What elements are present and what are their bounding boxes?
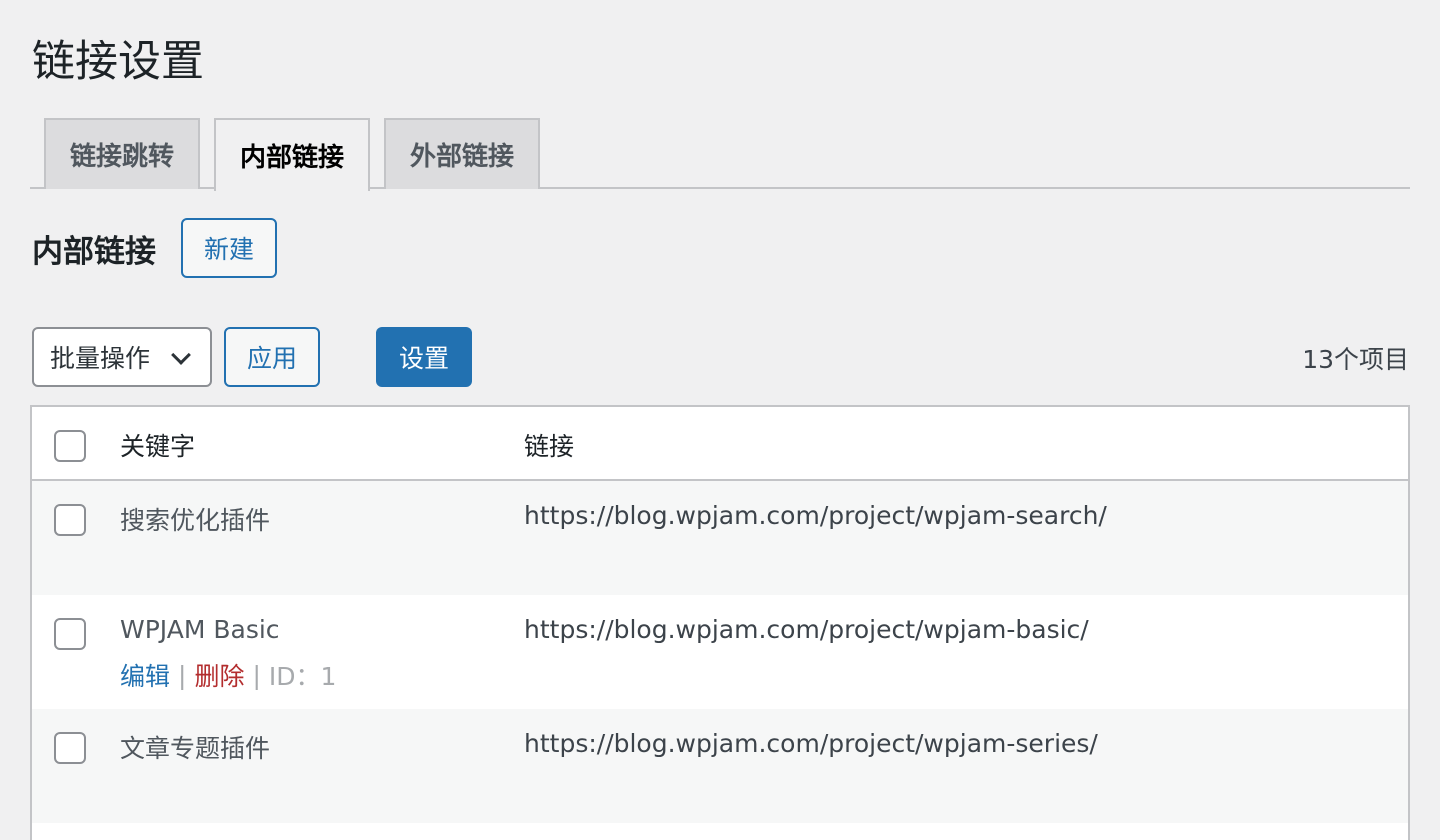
tab-bar: 链接跳转 内部链接 外部链接 [30, 118, 1410, 191]
item-count: 13个项目 [1302, 345, 1409, 374]
delete-link[interactable]: 删除 [194, 657, 244, 693]
tab-link-redirect[interactable]: 链接跳转 [44, 118, 200, 189]
row-actions: 编辑 | 删除 | ID：1 [120, 657, 336, 693]
column-header-link[interactable]: 链接 [524, 427, 574, 463]
action-separator: | [252, 660, 261, 690]
row-link: https://blog.wpjam.com/project/wpjam-ser… [524, 729, 1098, 758]
tab-external-links[interactable]: 外部链接 [384, 118, 540, 189]
row-checkbox[interactable] [54, 504, 86, 536]
edit-link[interactable]: 编辑 [120, 657, 170, 693]
page-title: 链接设置 [32, 37, 204, 87]
bulk-action-label: 批量操作 [50, 344, 151, 373]
select-all-checkbox[interactable] [54, 430, 86, 462]
row-keyword: 文章专题插件 [120, 734, 271, 763]
row-keyword: WPJAM Basic [120, 615, 280, 644]
links-table: 关键字 链接 搜索优化插件 https://blog.wpjam.com/pro… [30, 405, 1410, 840]
table-row: 搜索优化插件 https://blog.wpjam.com/project/wp… [32, 481, 1408, 595]
table-header: 关键字 链接 [32, 407, 1408, 481]
row-link: https://blog.wpjam.com/project/wpjam-sea… [524, 501, 1107, 530]
table-row: WPJAM Basic https://blog.wpjam.com/proje… [32, 595, 1408, 709]
settings-button[interactable]: 设置 [376, 327, 472, 387]
chevron-down-icon [171, 345, 191, 365]
add-new-button[interactable]: 新建 [181, 218, 277, 278]
row-checkbox[interactable] [54, 732, 86, 764]
column-header-keyword[interactable]: 关键字 [120, 427, 195, 463]
tab-internal-links[interactable]: 内部链接 [214, 118, 370, 191]
row-link: https://blog.wpjam.com/project/wpjam-bas… [524, 615, 1089, 644]
action-separator: | [178, 660, 187, 690]
bulk-action-select[interactable]: 批量操作 [32, 327, 212, 387]
row-checkbox[interactable] [54, 618, 86, 650]
row-keyword: 搜索优化插件 [120, 506, 271, 535]
apply-button[interactable]: 应用 [224, 327, 320, 387]
row-id: ID：1 [268, 662, 337, 691]
table-row: 文章专题插件 https://blog.wpjam.com/project/wp… [32, 709, 1408, 823]
section-heading: 内部链接 [32, 234, 156, 270]
